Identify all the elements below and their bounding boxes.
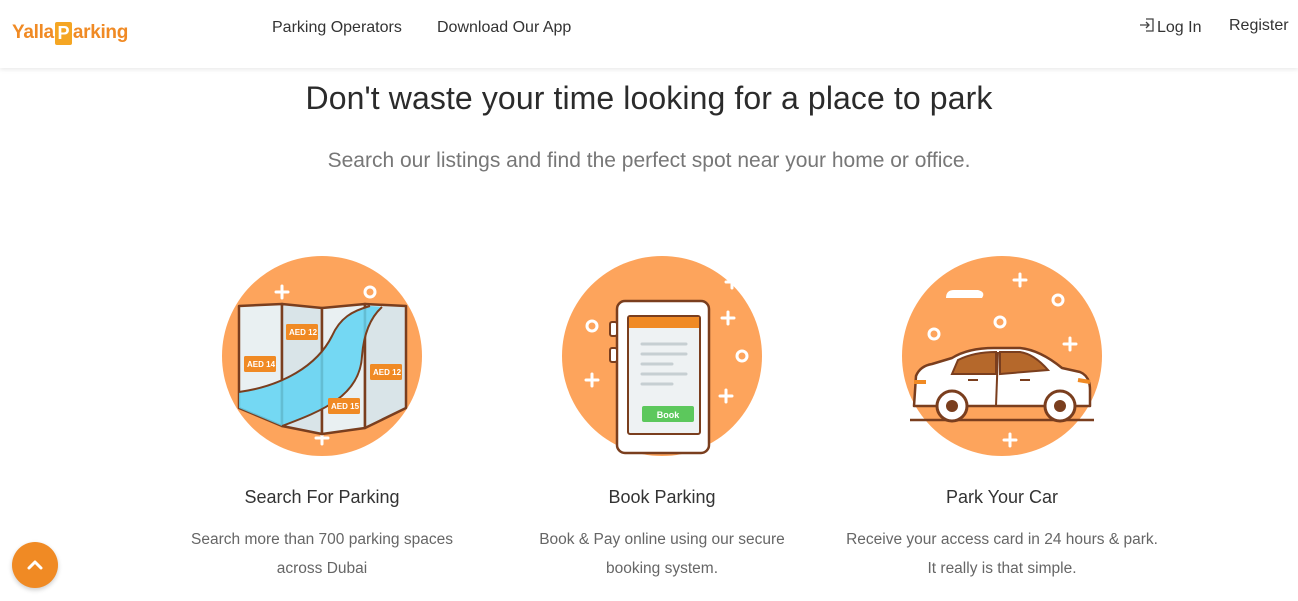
nav-parking-operators[interactable]: Parking Operators <box>272 19 402 37</box>
price-tag-15: AED 15 <box>331 402 360 411</box>
book-button-in-icon: Book <box>657 410 680 420</box>
scroll-to-top-button[interactable] <box>12 542 58 588</box>
feature-park-car: Park Your Car Receive your access card i… <box>832 256 1172 583</box>
top-navbar: Yalla P arking Parking Operators Downloa… <box>0 0 1298 68</box>
feature-title-search: Search For Parking <box>244 487 400 507</box>
hero-title: Don't waste your time looking for a plac… <box>305 80 993 116</box>
yallaparking-logo[interactable]: Yalla P arking <box>12 19 128 47</box>
chevron-up-icon <box>27 560 43 570</box>
register-link[interactable]: Register <box>1229 17 1289 35</box>
logo-p-box: P <box>54 21 72 45</box>
feature-desc-book-line1: Book & Pay online using our secure <box>539 531 785 548</box>
feature-search-parking: AED 12 AED 14 AED 12 AED 15 Search For P… <box>152 256 492 583</box>
login-link[interactable]: Log In <box>1139 17 1201 38</box>
price-tag-12a: AED 12 <box>289 328 318 337</box>
price-tag-14: AED 14 <box>247 360 276 369</box>
feature-desc-book: Book & Pay online using our secure booki… <box>492 525 832 583</box>
feature-desc-search-line1: Search more than 700 parking spaces <box>191 531 453 548</box>
feature-desc-park-line1: Receive your access card in 24 hours & p… <box>846 531 1158 548</box>
map-icon: AED 12 AED 14 AED 12 AED 15 <box>222 256 422 456</box>
feature-book-parking: Book Book Parking Book & Pay online usin… <box>492 256 832 583</box>
login-icon <box>1139 17 1155 38</box>
feature-desc-search-line2: across Dubai <box>276 560 368 577</box>
car-icon <box>902 256 1102 456</box>
hero-subtitle: Search our listings and find the perfect… <box>327 149 971 172</box>
logo-text-yalla: Yalla <box>12 22 54 43</box>
price-tag-12b: AED 12 <box>373 368 402 377</box>
feature-title-park: Park Your Car <box>945 487 1059 507</box>
feature-desc-book-line2: booking system. <box>606 560 718 577</box>
feature-title-book: Book Parking <box>608 487 716 507</box>
feature-desc-park: Receive your access card in 24 hours & p… <box>832 525 1172 583</box>
login-label: Log In <box>1157 18 1202 36</box>
phone-booking-icon: Book <box>562 256 762 456</box>
feature-desc-search: Search more than 700 parking spaces acro… <box>152 525 492 583</box>
logo-text-arking: arking <box>72 22 129 43</box>
nav-download-app[interactable]: Download Our App <box>437 19 571 37</box>
feature-desc-park-line2: It really is that simple. <box>927 560 1077 577</box>
